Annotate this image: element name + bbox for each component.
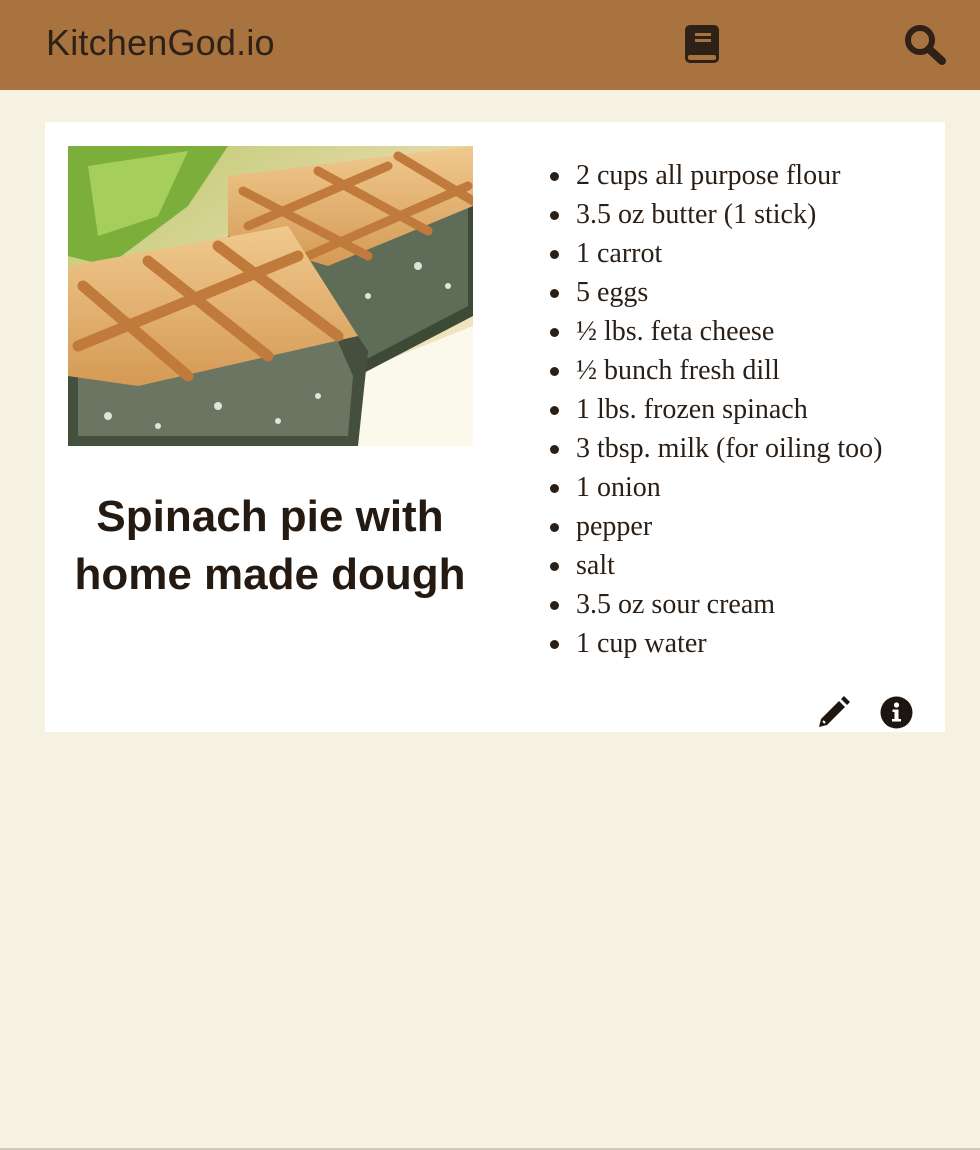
info-icon bbox=[880, 696, 913, 729]
ingredient-item: 3 tbsp. milk (for oiling too) bbox=[550, 429, 935, 468]
brand-logo-link[interactable]: KitchenGod.io bbox=[46, 20, 275, 66]
ingredient-item: ½ bunch fresh dill bbox=[550, 351, 935, 390]
edit-recipe-button[interactable] bbox=[815, 694, 851, 730]
ingredient-item: 1 carrot bbox=[550, 234, 935, 273]
ingredient-item: 2 cups all purpose flour bbox=[550, 156, 935, 195]
book-icon bbox=[685, 25, 719, 63]
ingredient-item: pepper bbox=[550, 507, 935, 546]
ingredient-item: 5 eggs bbox=[550, 273, 935, 312]
search-icon bbox=[905, 25, 946, 65]
ingredient-item: 3.5 oz butter (1 stick) bbox=[550, 195, 935, 234]
recipe-title: Spinach pie with home made dough bbox=[74, 492, 466, 599]
spinach-pie-image bbox=[68, 146, 473, 446]
ingredient-item: 1 lbs. frozen spinach bbox=[550, 390, 935, 429]
ingredient-item: salt bbox=[550, 546, 935, 585]
recipe-book-button[interactable] bbox=[684, 24, 722, 64]
search-button[interactable] bbox=[903, 23, 947, 65]
ingredient-item: ½ lbs. feta cheese bbox=[550, 312, 935, 351]
recipe-card: Spinach pie with home made dough 2 cups … bbox=[45, 122, 945, 732]
ingredient-item: 1 onion bbox=[550, 468, 935, 507]
ingredient-item: 1 cup water bbox=[550, 624, 935, 663]
top-navigation-bar: KitchenGod.io bbox=[0, 0, 980, 90]
recipe-info-button[interactable] bbox=[880, 696, 913, 729]
ingredient-list: 2 cups all purpose flour 3.5 oz butter (… bbox=[550, 156, 935, 663]
pencil-icon bbox=[819, 696, 850, 727]
recipe-photo[interactable] bbox=[68, 146, 473, 446]
ingredient-item: 3.5 oz sour cream bbox=[550, 585, 935, 624]
